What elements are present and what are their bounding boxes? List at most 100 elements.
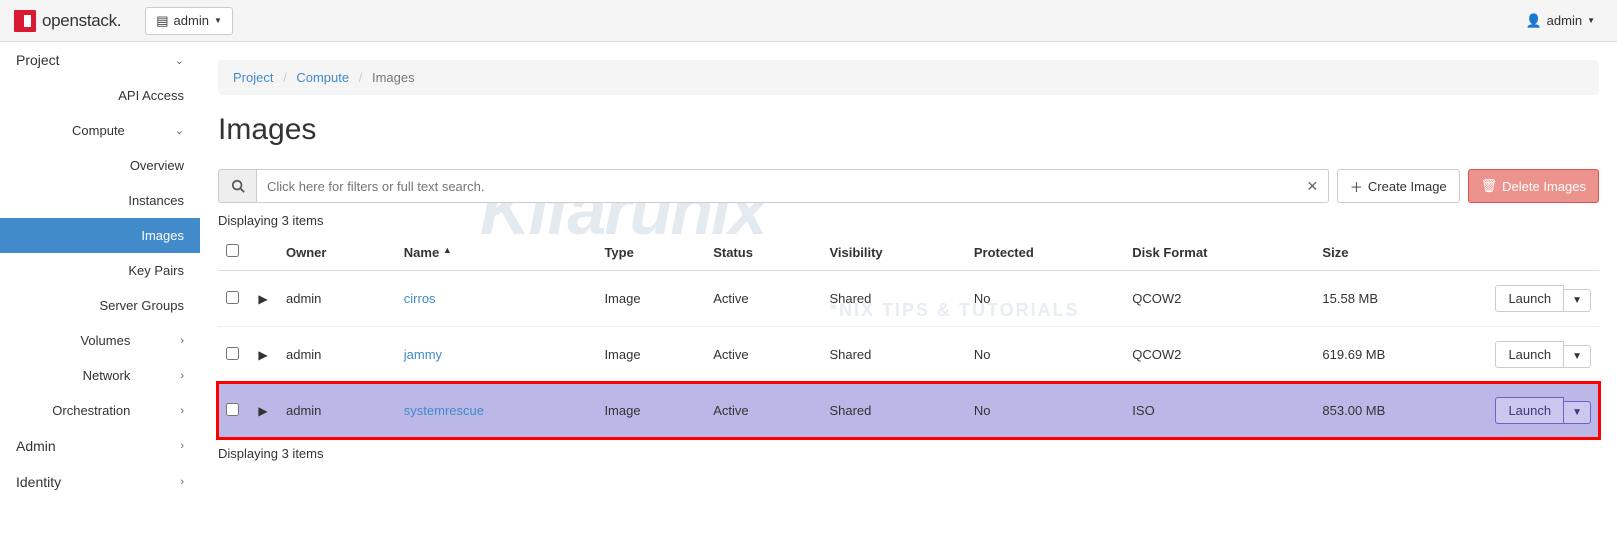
sidebar-item-label: Admin bbox=[16, 438, 56, 454]
sidebar: Project ⌄ API Access Compute ⌄ Overview … bbox=[0, 42, 200, 500]
sidebar-item-compute[interactable]: Compute ⌄ bbox=[0, 113, 200, 148]
image-name-link[interactable]: systemrescue bbox=[404, 403, 484, 418]
chevron-down-icon: ⌄ bbox=[175, 124, 184, 137]
chevron-down-icon: ⌄ bbox=[175, 54, 184, 67]
chevron-right-icon: › bbox=[180, 440, 184, 452]
cell-protected: No bbox=[966, 271, 1124, 327]
chevron-right-icon: › bbox=[180, 370, 184, 382]
sidebar-item-overview[interactable]: Overview bbox=[0, 148, 200, 183]
col-size[interactable]: Size bbox=[1314, 234, 1479, 271]
cell-visibility: Shared bbox=[821, 327, 965, 383]
row-checkbox[interactable] bbox=[226, 347, 239, 360]
sidebar-item-label: Network bbox=[83, 368, 131, 383]
launch-button[interactable]: Launch bbox=[1495, 285, 1564, 312]
cell-protected: No bbox=[966, 383, 1124, 439]
openstack-logo-icon bbox=[14, 10, 36, 32]
action-dropdown-button[interactable]: ▼ bbox=[1564, 401, 1591, 424]
breadcrumb-compute-link[interactable]: Compute bbox=[296, 70, 349, 85]
user-menu-button[interactable]: 👤 admin ▼ bbox=[1517, 8, 1603, 34]
breadcrumb-current: Images bbox=[372, 70, 415, 85]
trash-icon: 🗑 bbox=[1481, 178, 1498, 194]
search-clear-button[interactable]: ✕ bbox=[1297, 169, 1329, 203]
sidebar-item-label: Project bbox=[16, 52, 60, 68]
cell-diskformat: QCOW2 bbox=[1124, 271, 1314, 327]
sidebar-item-images[interactable]: Images bbox=[0, 218, 200, 253]
sidebar-item-servergroups[interactable]: Server Groups bbox=[0, 288, 200, 323]
main-content: Project / Compute / Images Images ✕ ＋Cre… bbox=[200, 42, 1617, 500]
expand-row-icon[interactable]: ▶ bbox=[256, 404, 270, 418]
col-owner[interactable]: Owner bbox=[278, 234, 396, 271]
breadcrumb: Project / Compute / Images bbox=[218, 60, 1599, 95]
brand-text: openstack. bbox=[42, 11, 121, 31]
sidebar-item-label: Key Pairs bbox=[128, 263, 184, 278]
col-protected[interactable]: Protected bbox=[966, 234, 1124, 271]
cell-owner: admin bbox=[278, 383, 396, 439]
sidebar-item-orchestration[interactable]: Orchestration› bbox=[0, 393, 200, 428]
sidebar-item-label: Compute bbox=[72, 123, 125, 138]
sidebar-item-label: Server Groups bbox=[99, 298, 184, 313]
button-label: Create Image bbox=[1368, 179, 1447, 194]
sidebar-item-project[interactable]: Project ⌄ bbox=[0, 42, 200, 78]
col-diskformat[interactable]: Disk Format bbox=[1124, 234, 1314, 271]
col-name[interactable]: Name ▲ bbox=[396, 234, 597, 271]
expand-row-icon[interactable]: ▶ bbox=[256, 348, 270, 362]
sidebar-item-label: API Access bbox=[118, 88, 184, 103]
expand-row-icon[interactable]: ▶ bbox=[256, 292, 270, 306]
sidebar-item-identity[interactable]: Identity› bbox=[0, 464, 200, 500]
cell-diskformat: QCOW2 bbox=[1124, 327, 1314, 383]
sidebar-item-keypairs[interactable]: Key Pairs bbox=[0, 253, 200, 288]
select-all-checkbox[interactable] bbox=[226, 244, 239, 257]
col-status[interactable]: Status bbox=[705, 234, 821, 271]
sidebar-item-admin[interactable]: Admin › bbox=[0, 428, 200, 464]
cell-type: Image bbox=[596, 383, 705, 439]
row-checkbox[interactable] bbox=[226, 291, 239, 304]
breadcrumb-project-link[interactable]: Project bbox=[233, 70, 273, 85]
topbar: openstack. ▤ admin ▼ 👤 admin ▼ bbox=[0, 0, 1617, 42]
caret-down-icon: ▼ bbox=[1587, 16, 1595, 25]
displaying-count-top: Displaying 3 items bbox=[218, 213, 1599, 228]
caret-down-icon: ▼ bbox=[214, 16, 222, 25]
project-selector-button[interactable]: ▤ admin ▼ bbox=[145, 7, 233, 35]
search-input[interactable] bbox=[256, 169, 1297, 203]
sidebar-item-volumes[interactable]: Volumes› bbox=[0, 323, 200, 358]
action-dropdown-button[interactable]: ▼ bbox=[1564, 289, 1591, 312]
image-name-link[interactable]: jammy bbox=[404, 347, 442, 362]
search-wrap: ✕ bbox=[218, 169, 1329, 203]
table-row: ▶ admin jammy Image Active Shared No QCO… bbox=[218, 327, 1599, 383]
cell-size: 619.69 MB bbox=[1314, 327, 1479, 383]
table-row-highlighted: ▶ admin systemrescue Image Active Shared… bbox=[218, 383, 1599, 439]
delete-images-button[interactable]: 🗑 Delete Images bbox=[1468, 169, 1599, 203]
cell-size: 853.00 MB bbox=[1314, 383, 1479, 439]
row-checkbox[interactable] bbox=[226, 403, 239, 416]
launch-button[interactable]: Launch bbox=[1495, 341, 1564, 368]
user-icon: 👤 bbox=[1525, 13, 1541, 29]
close-icon: ✕ bbox=[1307, 178, 1319, 195]
cell-status: Active bbox=[705, 271, 821, 327]
create-image-button[interactable]: ＋Create Image bbox=[1337, 169, 1460, 203]
action-dropdown-button[interactable]: ▼ bbox=[1564, 345, 1591, 368]
button-label: Delete Images bbox=[1502, 179, 1586, 194]
cell-status: Active bbox=[705, 383, 821, 439]
image-name-link[interactable]: cirros bbox=[404, 291, 436, 306]
launch-button[interactable]: Launch bbox=[1495, 397, 1564, 424]
cell-visibility: Shared bbox=[821, 383, 965, 439]
table-row: ▶ admin cirros Image Active Shared No QC… bbox=[218, 271, 1599, 327]
project-selector-label: admin bbox=[174, 13, 209, 28]
cell-visibility: Shared bbox=[821, 271, 965, 327]
cell-owner: admin bbox=[278, 271, 396, 327]
sidebar-item-label: Volumes bbox=[80, 333, 130, 348]
sidebar-item-api-access[interactable]: API Access bbox=[0, 78, 200, 113]
col-type[interactable]: Type bbox=[596, 234, 705, 271]
col-visibility[interactable]: Visibility bbox=[821, 234, 965, 271]
cell-diskformat: ISO bbox=[1124, 383, 1314, 439]
toolbar: ✕ ＋Create Image 🗑 Delete Images bbox=[218, 169, 1599, 203]
search-icon bbox=[218, 169, 256, 203]
sidebar-item-network[interactable]: Network › bbox=[0, 358, 200, 393]
images-table: Owner Name ▲ Type Status Visibility Prot… bbox=[218, 234, 1599, 438]
cell-status: Active bbox=[705, 327, 821, 383]
brand[interactable]: openstack. bbox=[14, 10, 121, 32]
cell-size: 15.58 MB bbox=[1314, 271, 1479, 327]
sidebar-item-instances[interactable]: Instances bbox=[0, 183, 200, 218]
sort-asc-icon: ▲ bbox=[443, 245, 452, 255]
sidebar-item-label: Identity bbox=[16, 474, 61, 490]
